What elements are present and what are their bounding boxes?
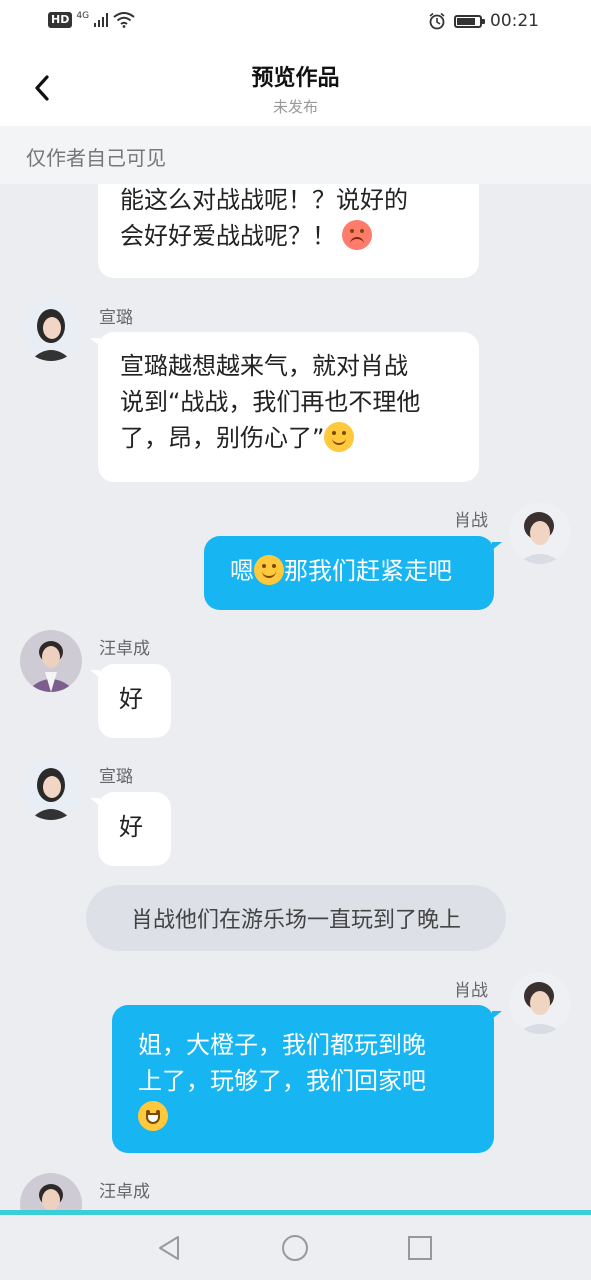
avatar-wangzhuocheng[interactable] xyxy=(20,630,82,692)
avatar-image xyxy=(509,502,571,564)
system-nav-bar xyxy=(0,1215,591,1280)
visibility-notice-text: 仅作者自己可见 xyxy=(26,146,166,170)
app-header: 预览作品 未发布 xyxy=(0,46,591,126)
narration-bubble: 肖战他们在游乐场一直玩到了晚上 xyxy=(86,885,506,951)
avatar-xiaozhan[interactable] xyxy=(509,502,571,564)
message-text: 嗯 xyxy=(230,557,254,585)
message-bubble: 嗯 那我们赶紧走吧 xyxy=(204,536,502,610)
message-line: 能这么对战战呢！？说好的 xyxy=(120,186,408,214)
angry-face-emoji-icon xyxy=(342,220,372,250)
message-line: 宣璐越想越来气，就对肖战 xyxy=(120,352,408,380)
status-right: 00:21 xyxy=(428,11,539,31)
avatar-image xyxy=(20,299,82,361)
narration-text: 肖战他们在游乐场一直玩到了晚上 xyxy=(130,908,461,933)
message-line: 会好好爱战战呢？！ xyxy=(120,222,336,250)
avatar-wangzhuocheng[interactable] xyxy=(20,1173,82,1210)
message-line-with-emoji xyxy=(138,1099,472,1135)
grinning-face-emoji-icon xyxy=(138,1101,168,1131)
chat-list[interactable]: 能这么对战战呢！？说好的 会好好爱战战呢？！ 宣璐 宣璐越想越来气，就对肖战 说… xyxy=(0,184,591,1210)
nav-home-icon xyxy=(282,1235,308,1261)
battery-level xyxy=(457,17,476,25)
avatar-xiaozhan[interactable] xyxy=(509,972,571,1034)
avatar-xuanlu[interactable] xyxy=(20,758,82,820)
message-bubble: 宣璐越想越来气，就对肖战 说到“战战，我们再也不理他 了，昂，别伤心了” xyxy=(90,332,479,482)
visibility-notice: 仅作者自己可见 xyxy=(0,126,591,184)
sender-name: 宣璐 xyxy=(99,308,133,328)
nav-back-icon xyxy=(159,1236,179,1260)
message-text: 那我们赶紧走吧 xyxy=(284,557,452,585)
status-bar: HD 4G 00:21 xyxy=(0,0,591,46)
hd-badge: HD xyxy=(48,12,73,28)
avatar-xuanlu[interactable] xyxy=(20,299,82,361)
message-bubble: 好 xyxy=(90,664,171,738)
page-title: 预览作品 xyxy=(251,66,340,91)
message-line: 说到“战战，我们再也不理他 xyxy=(120,388,421,416)
smiling-face-emoji-icon xyxy=(254,555,284,585)
avatar-image xyxy=(20,630,82,692)
message-line: 上了，玩够了，我们回家吧 xyxy=(138,1067,426,1095)
nav-home-button[interactable] xyxy=(278,1231,312,1265)
sender-name: 汪卓成 xyxy=(99,639,150,659)
message-bubble: 能这么对战战呢！？说好的 会好好爱战战呢？！ xyxy=(98,184,479,278)
sender-name: 宣璐 xyxy=(99,767,133,787)
message-bubble: 好 xyxy=(90,792,171,866)
nav-back-button[interactable] xyxy=(152,1231,186,1265)
avatar-image xyxy=(20,1173,82,1210)
message-line-with-emoji: 会好好爱战战呢？！ xyxy=(120,218,457,254)
signal-icon xyxy=(94,13,109,27)
sender-name: 汪卓成 xyxy=(99,1182,150,1202)
message-line: 了，昂，别伤心了” xyxy=(120,424,325,452)
message-bubble: 姐，大橙子，我们都玩到晚 上了，玩够了，我们回家吧 xyxy=(112,1005,502,1153)
message-line: 姐，大橙子，我们都玩到晚 xyxy=(138,1031,426,1059)
page-subtitle: 未发布 xyxy=(272,98,318,116)
battery-icon xyxy=(454,14,485,28)
avatar-image xyxy=(20,758,82,820)
wifi-icon xyxy=(113,12,135,28)
nav-recents-icon xyxy=(408,1236,432,1260)
alarm-icon xyxy=(429,12,445,30)
nav-recents-button[interactable] xyxy=(403,1231,437,1265)
status-left: HD 4G xyxy=(48,11,135,28)
message-line-with-emoji: 了，昂，别伤心了” xyxy=(120,420,457,456)
sender-name: 肖战 xyxy=(454,981,488,1001)
message-text: 好 xyxy=(119,813,143,841)
message-text: 好 xyxy=(119,685,143,713)
network-type: 4G xyxy=(76,11,90,21)
sender-name: 肖战 xyxy=(454,511,488,531)
smiling-face-emoji-icon xyxy=(324,422,355,452)
clock: 00:21 xyxy=(490,11,539,31)
avatar-image xyxy=(509,972,571,1034)
